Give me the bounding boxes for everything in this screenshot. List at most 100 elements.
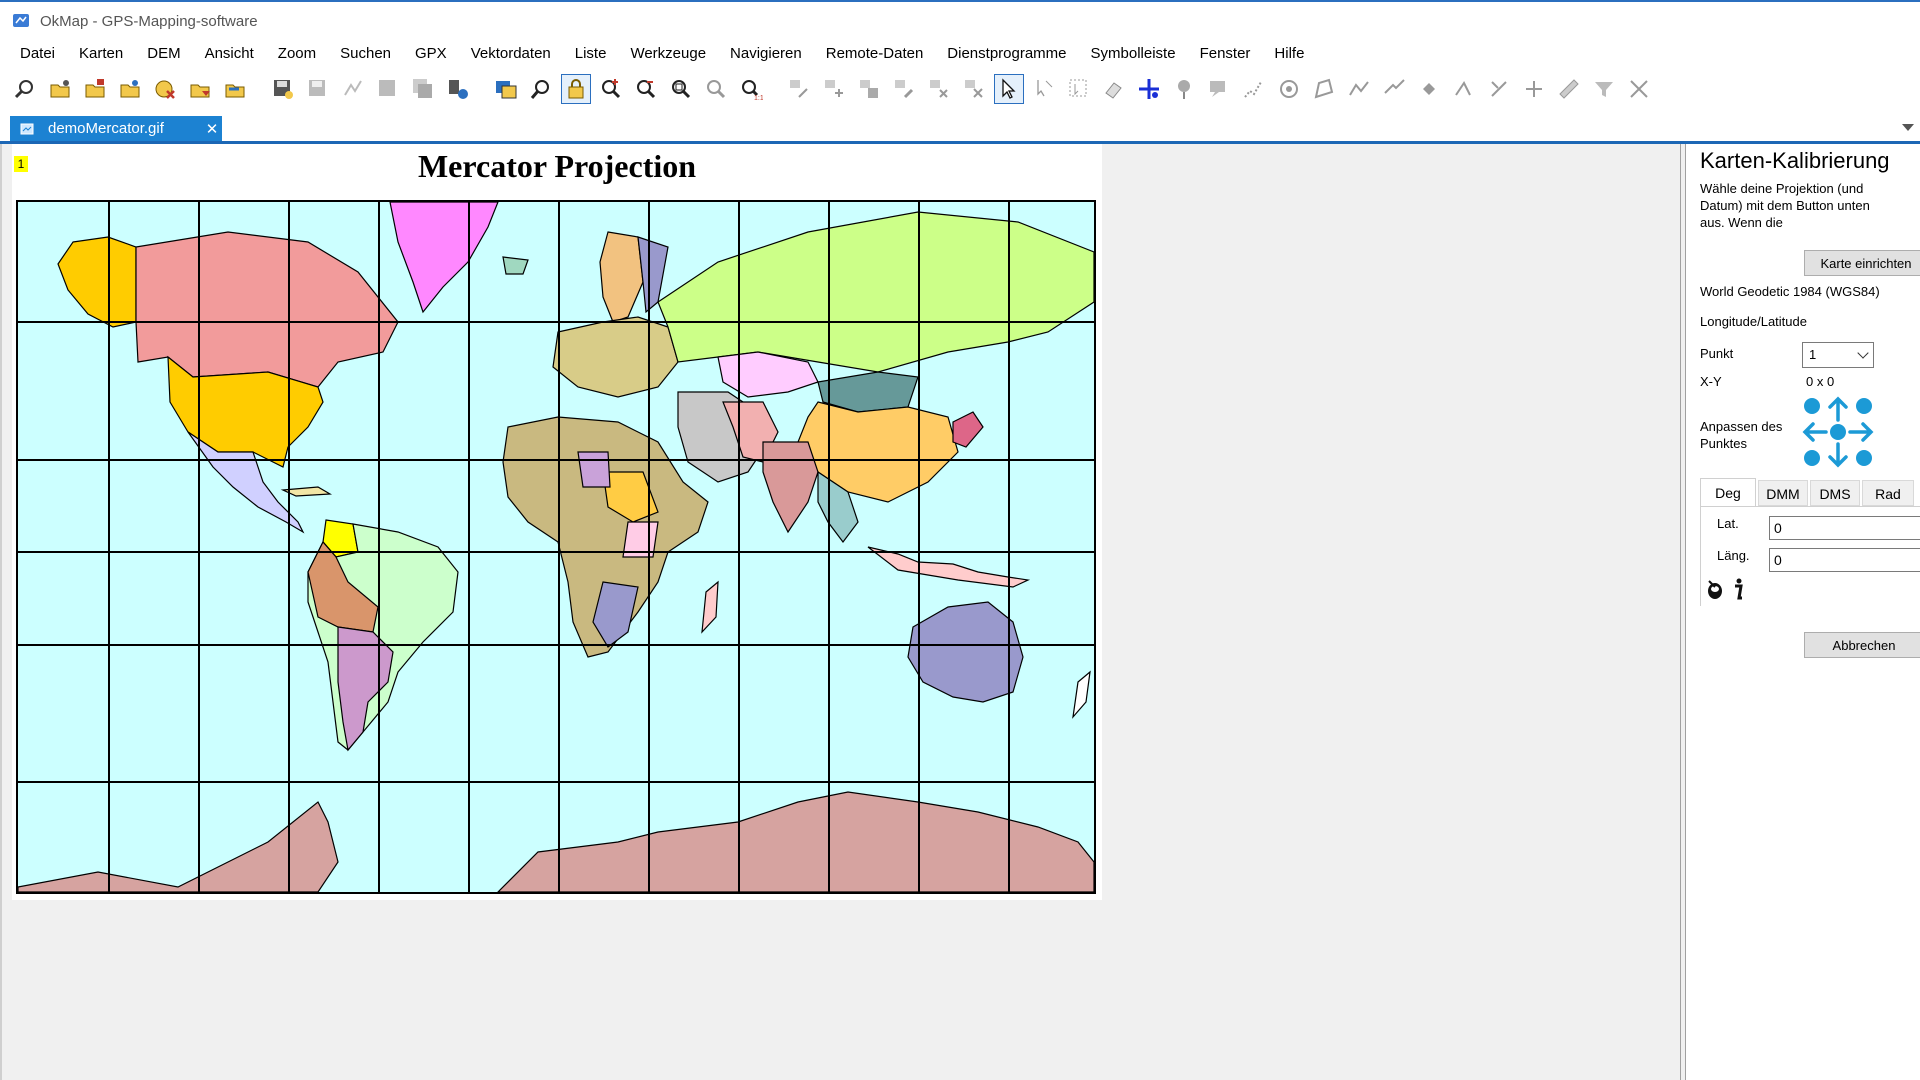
open-gps-icon[interactable] xyxy=(115,74,145,104)
save-all-icon[interactable] xyxy=(408,74,438,104)
adjust-point-arrows-icon[interactable] xyxy=(1802,396,1874,468)
left-edge xyxy=(0,144,2,1080)
split-tool-icon[interactable] xyxy=(1484,74,1514,104)
title-bar: OkMap - GPS-Mapping-software xyxy=(0,0,1920,40)
close-map-icon[interactable] xyxy=(150,74,180,104)
zoom-in-icon[interactable] xyxy=(596,74,626,104)
save-track-icon[interactable] xyxy=(338,74,368,104)
point-label: Punkt xyxy=(1700,346,1734,361)
coord-system-label: Longitude/Latitude xyxy=(1700,314,1807,329)
import-icon[interactable] xyxy=(185,74,215,104)
panel-title: Karten-Kalibrierung xyxy=(1700,148,1890,173)
select-pointer-icon[interactable] xyxy=(994,74,1024,104)
track-tool-icon[interactable] xyxy=(1239,74,1269,104)
ruler-icon[interactable] xyxy=(1554,74,1584,104)
info-icon[interactable] xyxy=(1731,578,1745,600)
datum-label: World Geodetic 1984 (WGS84) xyxy=(1700,284,1880,299)
panel-description: Wähle deine Projektion (und Datum) mit d… xyxy=(1700,181,1870,230)
menu-bar: Datei Karten DEM Ansicht Zoom Suchen GPX… xyxy=(0,40,1920,68)
svg-text:1:1: 1:1 xyxy=(754,95,763,101)
tab-deg[interactable]: Deg xyxy=(1700,478,1756,506)
lock-icon[interactable] xyxy=(561,74,591,104)
map-workspace[interactable]: 1 Mercator Projection xyxy=(0,144,1680,1080)
world-map-drawing xyxy=(18,202,1094,892)
menu-fenster[interactable]: Fenster xyxy=(1188,40,1263,68)
select-multiple-icon[interactable] xyxy=(1029,74,1059,104)
diamond-icon[interactable] xyxy=(1414,74,1444,104)
delete-all-waypoints-icon[interactable] xyxy=(959,74,989,104)
new-waypoint-icon[interactable] xyxy=(784,74,814,104)
angle-tool-icon[interactable] xyxy=(1449,74,1479,104)
message-tool-icon[interactable] xyxy=(1204,74,1234,104)
open-map-icon[interactable] xyxy=(10,74,40,104)
open-folder-icon[interactable] xyxy=(45,74,75,104)
menu-hilfe[interactable]: Hilfe xyxy=(1262,40,1316,68)
cut-tool-icon[interactable] xyxy=(1624,74,1654,104)
menu-suchen[interactable]: Suchen xyxy=(328,40,403,68)
save-as-icon[interactable] xyxy=(303,74,333,104)
zoom-prev-icon[interactable] xyxy=(701,74,731,104)
menu-liste[interactable]: Liste xyxy=(563,40,619,68)
document-tab[interactable]: demoMercator.gif ✕ xyxy=(10,116,222,141)
save-route-icon[interactable] xyxy=(373,74,403,104)
select-area-icon[interactable] xyxy=(1064,74,1094,104)
cancel-button[interactable]: Abbrechen xyxy=(1804,632,1920,658)
add-waypoint-icon[interactable] xyxy=(819,74,849,104)
lon-input[interactable]: 0 xyxy=(1769,548,1920,572)
toolbar: 1:1 xyxy=(0,70,1920,108)
xy-label: X-Y xyxy=(1700,374,1722,389)
export-icon[interactable] xyxy=(220,74,250,104)
menu-dienstprogramme[interactable]: Dienstprogramme xyxy=(935,40,1078,68)
menu-remote-daten[interactable]: Remote-Daten xyxy=(814,40,936,68)
point-select[interactable]: 1 xyxy=(1802,342,1874,368)
zoom-out-icon[interactable] xyxy=(631,74,661,104)
menu-vektordaten[interactable]: Vektordaten xyxy=(459,40,563,68)
measure-tool-icon[interactable] xyxy=(1379,74,1409,104)
close-tab-icon[interactable]: ✕ xyxy=(202,120,222,138)
lat-label: Lat. xyxy=(1717,516,1739,531)
map-image[interactable]: 1 Mercator Projection xyxy=(12,144,1102,900)
route-tool-icon[interactable] xyxy=(1274,74,1304,104)
document-tab-label: demoMercator.gif xyxy=(48,120,164,137)
save-icon[interactable] xyxy=(268,74,298,104)
search-icon[interactable] xyxy=(526,74,556,104)
calibration-panel: Karten-Kalibrierung Wähle deine Projekti… xyxy=(1686,144,1920,1080)
tab-overflow-chevron-down-icon[interactable] xyxy=(1902,124,1914,131)
join-tool-icon[interactable] xyxy=(1519,74,1549,104)
delete-waypoint-icon[interactable] xyxy=(924,74,954,104)
polygon-tool-icon[interactable] xyxy=(1309,74,1339,104)
menu-symbolleiste[interactable]: Symbolleiste xyxy=(1079,40,1188,68)
chevron-down-icon xyxy=(1857,347,1869,359)
eraser-icon[interactable] xyxy=(1099,74,1129,104)
map-title: Mercator Projection xyxy=(417,148,697,184)
tab-dmm[interactable]: DMM xyxy=(1758,480,1808,506)
menu-ansicht[interactable]: Ansicht xyxy=(193,40,266,68)
lat-input[interactable]: 0 xyxy=(1769,516,1920,540)
menu-werkzeuge[interactable]: Werkzeuge xyxy=(618,40,718,68)
mouse-icon[interactable] xyxy=(1705,578,1725,600)
filter-icon[interactable] xyxy=(1589,74,1619,104)
open-folder-map-icon[interactable] xyxy=(80,74,110,104)
point-select-value: 1 xyxy=(1809,347,1817,362)
world-map[interactable] xyxy=(16,200,1096,894)
menu-karten[interactable]: Karten xyxy=(67,40,135,68)
menu-dem[interactable]: DEM xyxy=(135,40,192,68)
waypoint-tool-icon[interactable] xyxy=(1169,74,1199,104)
calibration-point-icon[interactable] xyxy=(1134,74,1164,104)
coordinate-format-tabs: Deg DMM DMS Rad xyxy=(1700,478,1920,507)
tab-dms[interactable]: DMS xyxy=(1810,480,1860,506)
menu-zoom[interactable]: Zoom xyxy=(266,40,328,68)
menu-navigieren[interactable]: Navigieren xyxy=(718,40,814,68)
tab-rad[interactable]: Rad xyxy=(1862,480,1914,506)
polyline-tool-icon[interactable] xyxy=(1344,74,1374,104)
zoom-window-icon[interactable] xyxy=(666,74,696,104)
gps-transfer-icon[interactable] xyxy=(443,74,473,104)
menu-gpx[interactable]: GPX xyxy=(403,40,459,68)
edit-waypoint-icon[interactable] xyxy=(889,74,919,104)
setup-map-button[interactable]: Karte einrichten xyxy=(1804,250,1920,276)
move-waypoint-icon[interactable] xyxy=(854,74,884,104)
window-arrange-icon[interactable] xyxy=(491,74,521,104)
menu-datei[interactable]: Datei xyxy=(8,40,67,68)
okmap-app-icon xyxy=(13,14,29,27)
zoom-1-1-icon[interactable]: 1:1 xyxy=(736,74,766,104)
